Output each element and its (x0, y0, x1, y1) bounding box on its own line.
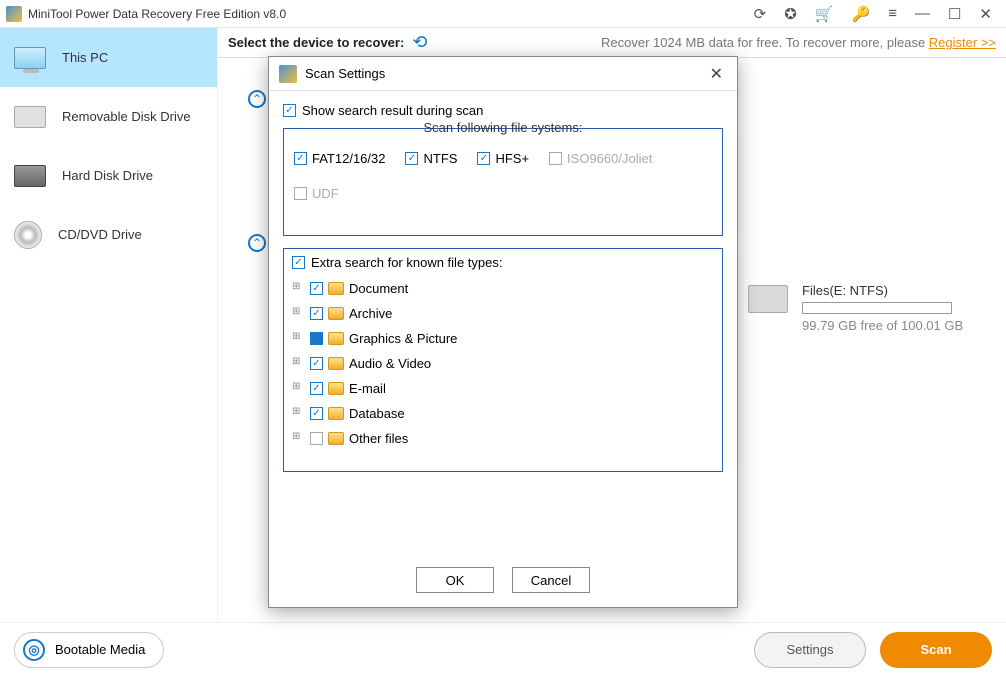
dialog-close-icon[interactable]: ✕ (706, 64, 727, 84)
filetype-checkbox[interactable]: ✓ (310, 357, 323, 370)
minimize-icon[interactable]: — (915, 5, 930, 22)
filetype-checkbox[interactable]: ✓ (310, 282, 323, 295)
folder-icon (328, 307, 344, 320)
dialog-title: Scan Settings (305, 66, 706, 81)
fs-udf-checkbox[interactable]: ✓ (294, 187, 307, 200)
scan-settings-dialog: Scan Settings ✕ ✓ Show search result dur… (268, 56, 738, 608)
dialog-icon (279, 65, 297, 83)
hdd-icon (14, 165, 46, 187)
app-icon (6, 6, 22, 22)
usb-drive-icon (14, 106, 46, 128)
filetype-checkbox[interactable]: ✓ (310, 407, 323, 420)
topbar: Select the device to recover: ⟲ Recover … (218, 28, 1006, 58)
fs-hfs-label: HFS+ (495, 151, 529, 166)
filetype-row[interactable]: ✓ Database (292, 401, 714, 426)
key-icon[interactable]: 🔑 (852, 5, 871, 23)
scan-button[interactable]: Scan (880, 632, 992, 668)
maximize-icon[interactable]: ☐ (948, 5, 961, 23)
filetype-tree: ✓ Document ✓ Archive Graphics & Picture ✓ Audi… (292, 276, 714, 451)
show-result-label: Show search result during scan (302, 103, 483, 118)
filetype-label: E-mail (349, 381, 386, 396)
sidebar-item-this-pc[interactable]: This PC (0, 28, 217, 87)
show-result-checkbox[interactable]: ✓ (283, 104, 296, 117)
fs-legend: Scan following file systems: (284, 120, 722, 135)
filetype-checkbox[interactable] (310, 332, 323, 345)
dialog-titlebar: Scan Settings ✕ (269, 57, 737, 91)
sidebar-item-label: Removable Disk Drive (62, 109, 191, 124)
filesystems-fieldset: Scan following file systems: ✓FAT12/16/3… (283, 128, 723, 236)
drive-card[interactable]: Files(E: NTFS) 99.79 GB free of 100.01 G… (748, 283, 963, 333)
extra-search-label: Extra search for known file types: (311, 255, 502, 270)
filetype-checkbox[interactable]: ✓ (310, 432, 323, 445)
filetype-label: Graphics & Picture (349, 331, 457, 346)
filetype-label: Archive (349, 306, 392, 321)
select-device-label: Select the device to recover: (228, 35, 404, 50)
folder-icon (328, 357, 344, 370)
sidebar: This PC Removable Disk Drive Hard Disk D… (0, 28, 218, 646)
menu-icon[interactable]: ≡ (888, 5, 897, 22)
register-link[interactable]: Register >> (929, 35, 996, 50)
cd-icon (14, 221, 42, 249)
folder-icon (328, 282, 344, 295)
filetype-row[interactable]: ✓ Archive (292, 301, 714, 326)
refresh-icon[interactable]: ⟳ (754, 5, 767, 23)
filetype-row[interactable]: ✓ E-mail (292, 376, 714, 401)
bootable-icon: ◎ (23, 639, 45, 661)
fs-fat-checkbox[interactable]: ✓ (294, 152, 307, 165)
filetype-label: Audio & Video (349, 356, 431, 371)
help-icon[interactable]: ✪ (784, 5, 797, 23)
filetype-checkbox[interactable]: ✓ (310, 382, 323, 395)
close-icon[interactable]: ✕ (979, 5, 992, 23)
titlebar: MiniTool Power Data Recovery Free Editio… (0, 0, 1006, 28)
fs-udf-label: UDF (312, 186, 339, 201)
promo-text: Recover 1024 MB data for free. To recove… (601, 35, 996, 50)
bootable-label: Bootable Media (55, 642, 145, 657)
sidebar-item-hdd[interactable]: Hard Disk Drive (0, 146, 217, 205)
filetype-label: Document (349, 281, 408, 296)
sidebar-item-label: CD/DVD Drive (58, 227, 142, 242)
app-title: MiniTool Power Data Recovery Free Editio… (28, 7, 754, 21)
monitor-icon (14, 47, 46, 69)
sidebar-item-removable[interactable]: Removable Disk Drive (0, 87, 217, 146)
bootable-media-button[interactable]: ◎ Bootable Media (14, 632, 164, 668)
folder-icon (328, 407, 344, 420)
fs-hfs-checkbox[interactable]: ✓ (477, 152, 490, 165)
collapse-toggle-icon[interactable]: ⌃ (248, 90, 266, 108)
collapse-toggle-icon[interactable]: ⌃ (248, 234, 266, 252)
refresh-devices-icon[interactable]: ⟲ (412, 32, 427, 53)
dialog-body: ✓ Show search result during scan Scan fo… (269, 91, 737, 484)
filetype-checkbox[interactable]: ✓ (310, 307, 323, 320)
drive-info: Files(E: NTFS) 99.79 GB free of 100.01 G… (802, 283, 963, 333)
folder-icon (328, 432, 344, 445)
footer: ◎ Bootable Media Settings Scan (0, 622, 1006, 676)
settings-button[interactable]: Settings (754, 632, 866, 668)
sidebar-item-label: This PC (62, 50, 108, 65)
filetype-row[interactable]: ✓ Document (292, 276, 714, 301)
drive-usage-bar (802, 302, 952, 314)
filetype-row[interactable]: ✓ Other files (292, 426, 714, 451)
folder-icon (328, 332, 344, 345)
fs-iso-label: ISO9660/Joliet (567, 151, 652, 166)
filetype-label: Other files (349, 431, 408, 446)
fs-fat-label: FAT12/16/32 (312, 151, 385, 166)
cart-icon[interactable]: 🛒 (815, 5, 834, 23)
drive-free-text: 99.79 GB free of 100.01 GB (802, 318, 963, 333)
drive-icon (748, 285, 788, 313)
dialog-cancel-button[interactable]: Cancel (512, 567, 590, 593)
filetype-row[interactable]: ✓ Audio & Video (292, 351, 714, 376)
filetype-label: Database (349, 406, 405, 421)
sidebar-item-label: Hard Disk Drive (62, 168, 153, 183)
fs-ntfs-label: NTFS (423, 151, 457, 166)
filetype-row[interactable]: Graphics & Picture (292, 326, 714, 351)
drive-name: Files(E: NTFS) (802, 283, 963, 298)
fs-ntfs-checkbox[interactable]: ✓ (405, 152, 418, 165)
sidebar-item-cd[interactable]: CD/DVD Drive (0, 205, 217, 264)
filetypes-box: ✓ Extra search for known file types: ✓ Do… (283, 248, 723, 472)
dialog-ok-button[interactable]: OK (416, 567, 494, 593)
folder-icon (328, 382, 344, 395)
fs-iso-checkbox[interactable]: ✓ (549, 152, 562, 165)
extra-search-checkbox[interactable]: ✓ (292, 256, 305, 269)
